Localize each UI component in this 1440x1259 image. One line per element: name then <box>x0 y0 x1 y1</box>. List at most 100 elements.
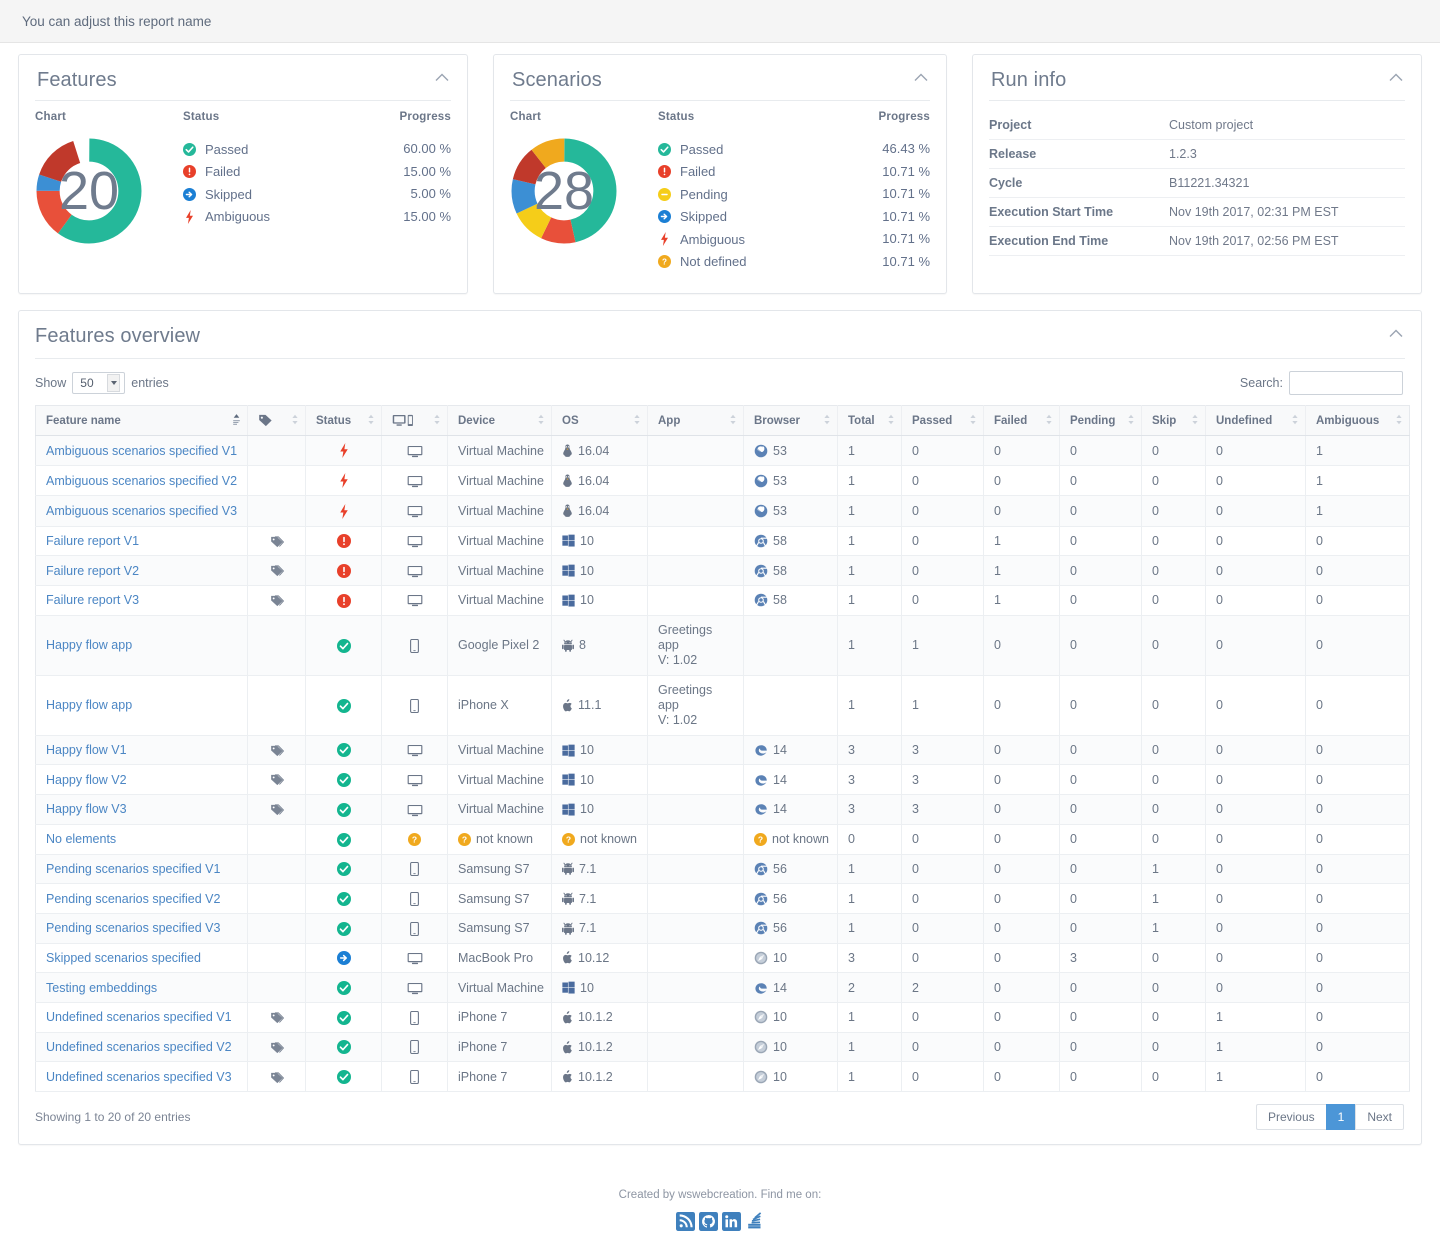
chevron-up-icon[interactable] <box>1389 329 1403 338</box>
feature-link[interactable]: Ambiguous scenarios specified V3 <box>46 504 237 518</box>
cell-app <box>647 465 744 497</box>
os-version: 10.1.2 <box>578 1010 613 1025</box>
feature-link[interactable]: Pending scenarios specified V3 <box>46 921 220 935</box>
cell-total: 3 <box>837 764 902 796</box>
sort-icon <box>367 414 375 428</box>
cell-device: Virtual Machine <box>447 555 552 587</box>
cell-device: Virtual Machine <box>447 794 552 825</box>
device-name: Virtual Machine <box>458 473 544 488</box>
status-passed-icon <box>336 981 351 996</box>
table-row: Pending scenarios specified V2 Samsung S7… <box>35 883 1410 914</box>
feature-link[interactable]: Pending scenarios specified V1 <box>46 862 220 876</box>
feature-link[interactable]: Undefined scenarios specified V3 <box>46 1070 232 1084</box>
device-name: Virtual Machine <box>458 743 544 758</box>
cell-device: iPhone 7 <box>447 1032 552 1063</box>
cell-tag <box>247 972 306 1004</box>
feature-link[interactable]: Ambiguous scenarios specified V1 <box>46 444 237 458</box>
feature-link[interactable]: Happy flow V1 <box>46 743 127 757</box>
feature-link[interactable]: Happy flow V3 <box>46 802 127 816</box>
cell-passed: 0 <box>901 495 984 527</box>
tag-icon <box>270 595 284 607</box>
column-header-skip[interactable]: Skip <box>1141 405 1206 436</box>
table-row: Failure report V2 Virtual Machine 10 58 1 0 1 0… <box>35 555 1410 587</box>
status-passed-icon <box>336 1070 351 1085</box>
feature-link[interactable]: Failure report V1 <box>46 534 139 548</box>
column-header-undefined[interactable]: Undefined <box>1205 405 1306 436</box>
cell-device: Virtual Machine <box>447 585 552 616</box>
feature-link[interactable]: Undefined scenarios specified V2 <box>46 1040 232 1054</box>
feature-link[interactable]: Failure report V3 <box>46 593 139 607</box>
feature-link[interactable]: Ambiguous scenarios specified V2 <box>46 474 237 488</box>
feature-link[interactable]: Pending scenarios specified V2 <box>46 892 220 906</box>
column-header-tags[interactable] <box>247 405 306 436</box>
device-name: Virtual Machine <box>458 980 544 995</box>
cell-total: 1 <box>837 675 902 736</box>
cell-skip: 0 <box>1141 1061 1206 1093</box>
feature-link[interactable]: No elements <box>46 832 116 846</box>
search-label: Search: <box>1239 376 1283 390</box>
cell-passed: 0 <box>901 883 984 914</box>
edge-icon <box>754 802 768 816</box>
github-icon[interactable] <box>699 1212 718 1232</box>
column-header-total[interactable]: Total <box>837 405 902 436</box>
search-input[interactable] <box>1289 371 1403 395</box>
cell-os: 10 <box>551 764 648 796</box>
column-header-ambiguous[interactable]: Ambiguous <box>1305 405 1410 436</box>
table-row: Pending scenarios specified V1 Samsung S7… <box>35 854 1410 885</box>
feature-link[interactable]: Skipped scenarios specified <box>46 951 201 965</box>
feature-link[interactable]: Failure report V2 <box>46 564 139 578</box>
cell-device-type <box>381 675 448 736</box>
linkedin-icon[interactable] <box>722 1212 741 1232</box>
feature-link[interactable]: Happy flow V2 <box>46 773 127 787</box>
pagination-next[interactable]: Next <box>1355 1104 1404 1131</box>
legend-label: Ambiguous <box>205 209 271 225</box>
feature-link[interactable]: Testing embeddings <box>46 981 157 995</box>
chevron-up-icon[interactable] <box>914 73 928 82</box>
social-links <box>0 1212 1440 1232</box>
pagination-page-1[interactable]: 1 <box>1325 1104 1356 1131</box>
column-header-device-type[interactable] <box>381 405 448 436</box>
cell-pending: 0 <box>1059 675 1142 736</box>
os-version: 16.04 <box>578 443 610 458</box>
cell-feature-name: Pending scenarios specified V3 <box>35 913 248 944</box>
cell-os: 7.1 <box>551 883 648 914</box>
cell-device-type <box>381 435 448 467</box>
column-header-pending[interactable]: Pending <box>1059 405 1142 436</box>
android-icon <box>562 639 574 652</box>
page-length-select[interactable]: 50 <box>72 372 126 394</box>
column-header-feature-name[interactable]: Feature name <box>35 405 248 436</box>
column-header-app[interactable]: App <box>647 405 744 436</box>
run-info-value: 1.2.3 <box>1169 139 1405 169</box>
report-name[interactable]: You can adjust this report name <box>22 14 211 29</box>
legend-progress: 10.71 % <box>882 253 930 269</box>
column-header-device[interactable]: Device <box>447 405 552 436</box>
scenarios-donut-total: 28 <box>534 161 594 221</box>
entries-label: entries <box>131 376 169 390</box>
cell-app <box>647 1032 744 1063</box>
firefox-icon <box>754 444 768 458</box>
cell-failed: 0 <box>983 764 1060 796</box>
svg-text:?: ? <box>462 834 467 844</box>
svg-text:?: ? <box>662 258 667 267</box>
feature-link[interactable]: Undefined scenarios specified V1 <box>46 1010 232 1024</box>
chevron-up-icon[interactable] <box>1389 73 1403 82</box>
column-header-status[interactable]: Status <box>305 405 382 436</box>
rss-icon[interactable] <box>676 1212 695 1232</box>
chrome-icon <box>754 534 768 548</box>
cell-pending: 0 <box>1059 735 1142 766</box>
cell-undefined: 1 <box>1205 1061 1306 1093</box>
features-overview-table: Feature name Status Device OS App Browse… <box>35 405 1410 1093</box>
chevron-up-icon[interactable] <box>435 73 449 82</box>
stackoverflow-icon[interactable] <box>745 1212 764 1231</box>
table-row: Happy flow V3 Virtual Machine 10 14 3 3 0 0 0 0 0 <box>35 794 1410 825</box>
browser-version: 14 <box>773 772 787 787</box>
column-header-os[interactable]: OS <box>551 405 648 436</box>
pagination-previous[interactable]: Previous <box>1255 1104 1326 1131</box>
cell-device-type <box>381 526 448 557</box>
feature-link[interactable]: Happy flow app <box>46 698 132 712</box>
feature-link[interactable]: Happy flow app <box>46 638 132 652</box>
column-header-browser[interactable]: Browser <box>743 405 838 436</box>
column-header-passed[interactable]: Passed <box>901 405 984 436</box>
cell-total: 1 <box>837 435 902 467</box>
column-header-failed[interactable]: Failed <box>983 405 1060 436</box>
